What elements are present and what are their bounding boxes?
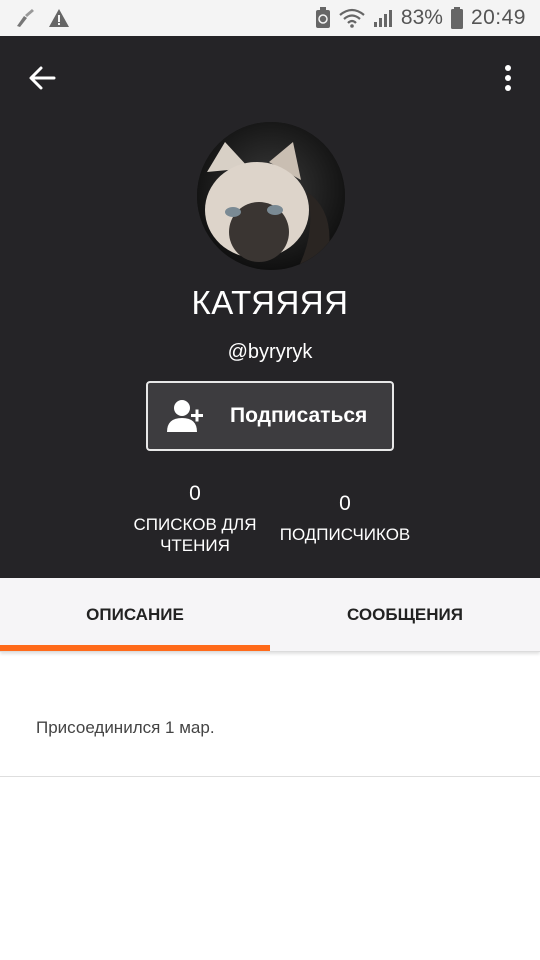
more-options-button[interactable] — [498, 60, 518, 96]
followers-label: ПОДПИСЧИКОВ — [279, 525, 411, 544]
profile-display-name: КАТЯЯЯЯ — [191, 284, 349, 321]
warning-icon — [48, 8, 70, 28]
followers-count: 0 — [339, 492, 351, 515]
joined-date-text: Присоединился 1 мар. — [36, 718, 215, 737]
tab-messages[interactable]: СООБЩЕНИЯ — [270, 578, 540, 651]
profile-tabs: ОПИСАНИЕ СООБЩЕНИЯ — [0, 578, 540, 652]
battery-icon — [450, 7, 463, 29]
signal-icon — [373, 8, 393, 28]
wifi-icon — [339, 8, 365, 28]
battery-percent: 83% — [400, 6, 443, 29]
follow-button-label: Подписаться — [230, 404, 368, 427]
profile-username: @byryryk — [227, 341, 313, 363]
follow-button[interactable]: Подписаться — [146, 381, 394, 451]
followers-stat[interactable]: 0 ПОДПИСЧИКОВ — [270, 492, 420, 545]
avatar — [197, 122, 345, 270]
tab-description[interactable]: ОПИСАНИЕ — [0, 578, 270, 651]
more-vertical-icon — [505, 65, 511, 71]
reading-lists-stat[interactable]: 0 СПИСКОВ ДЛЯ ЧТЕНИЯ — [125, 482, 265, 556]
broom-icon — [14, 8, 36, 28]
arrow-left-icon — [29, 66, 56, 90]
reading-lists-label: СПИСКОВ ДЛЯ ЧТЕНИЯ — [133, 515, 257, 555]
divider — [0, 776, 540, 777]
back-button[interactable] — [24, 60, 60, 96]
add-user-icon — [166, 398, 206, 434]
recycle-icon — [315, 7, 331, 29]
profile-header: КАТЯЯЯЯ @byryryk Подписаться 0 СПИСКОВ Д… — [0, 36, 540, 578]
cat-avatar-image — [197, 122, 345, 270]
status-bar: 83% 20:49 — [0, 0, 540, 36]
clock-time: 20:49 — [470, 6, 526, 29]
reading-lists-count: 0 — [189, 482, 201, 505]
